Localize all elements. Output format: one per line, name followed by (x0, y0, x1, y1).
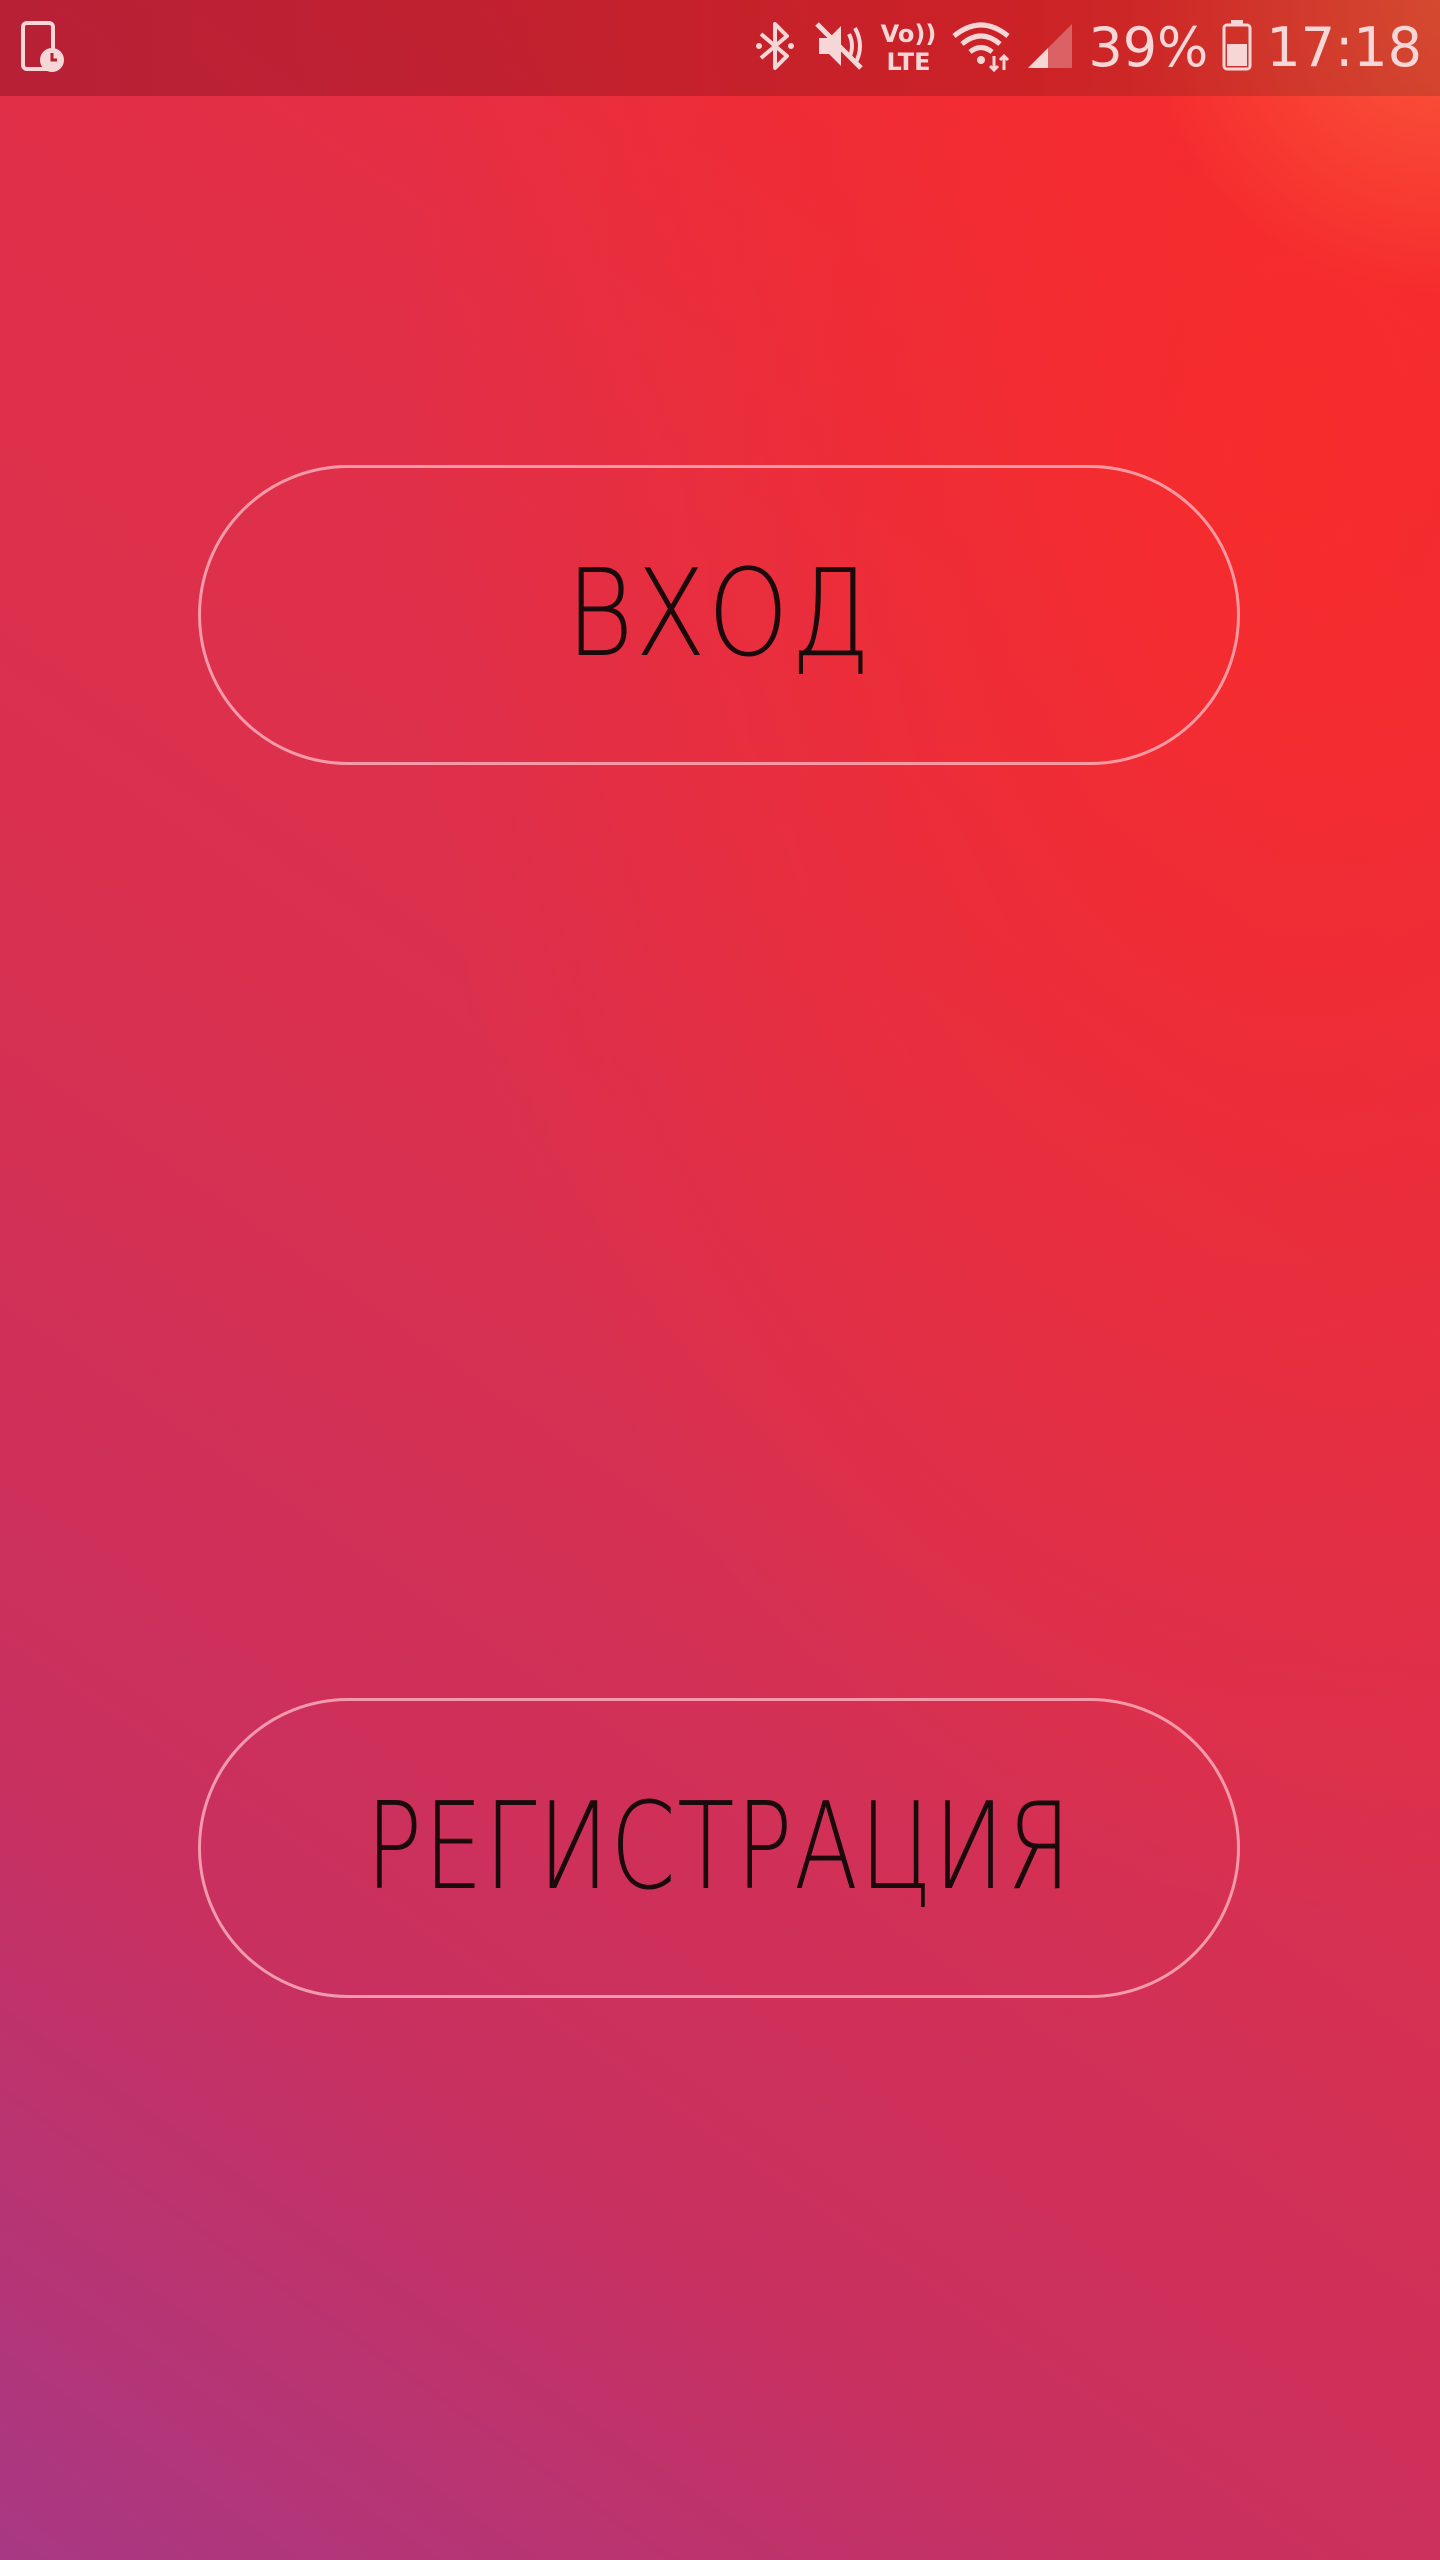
bluetooth-icon (753, 18, 797, 78)
welcome-screen: Vo)) LTE 39% 17:18 ВХОД РЕГИСТРАЦИЯ (0, 0, 1440, 2560)
register-button[interactable]: РЕГИСТРАЦИЯ (198, 1698, 1240, 1998)
login-button-label: ВХОД (565, 545, 873, 684)
clock: 17:18 (1266, 16, 1422, 79)
volte-top-text: Vo)) (880, 20, 937, 48)
register-button-label: РЕГИСТРАЦИЯ (365, 1778, 1073, 1917)
battery-icon (1222, 18, 1252, 78)
wifi-icon (950, 18, 1012, 78)
mute-icon (811, 18, 867, 78)
signal-icon (1026, 18, 1074, 78)
volte-icon: Vo)) LTE (881, 22, 937, 74)
volte-bottom-text: LTE (886, 48, 931, 76)
status-bar: Vo)) LTE 39% 17:18 (0, 0, 1440, 96)
battery-percent: 39% (1088, 16, 1209, 79)
login-button[interactable]: ВХОД (198, 465, 1240, 765)
status-icons: Vo)) LTE 39% 17:18 (753, 0, 1422, 96)
screenshot-schedule-icon (20, 20, 66, 76)
